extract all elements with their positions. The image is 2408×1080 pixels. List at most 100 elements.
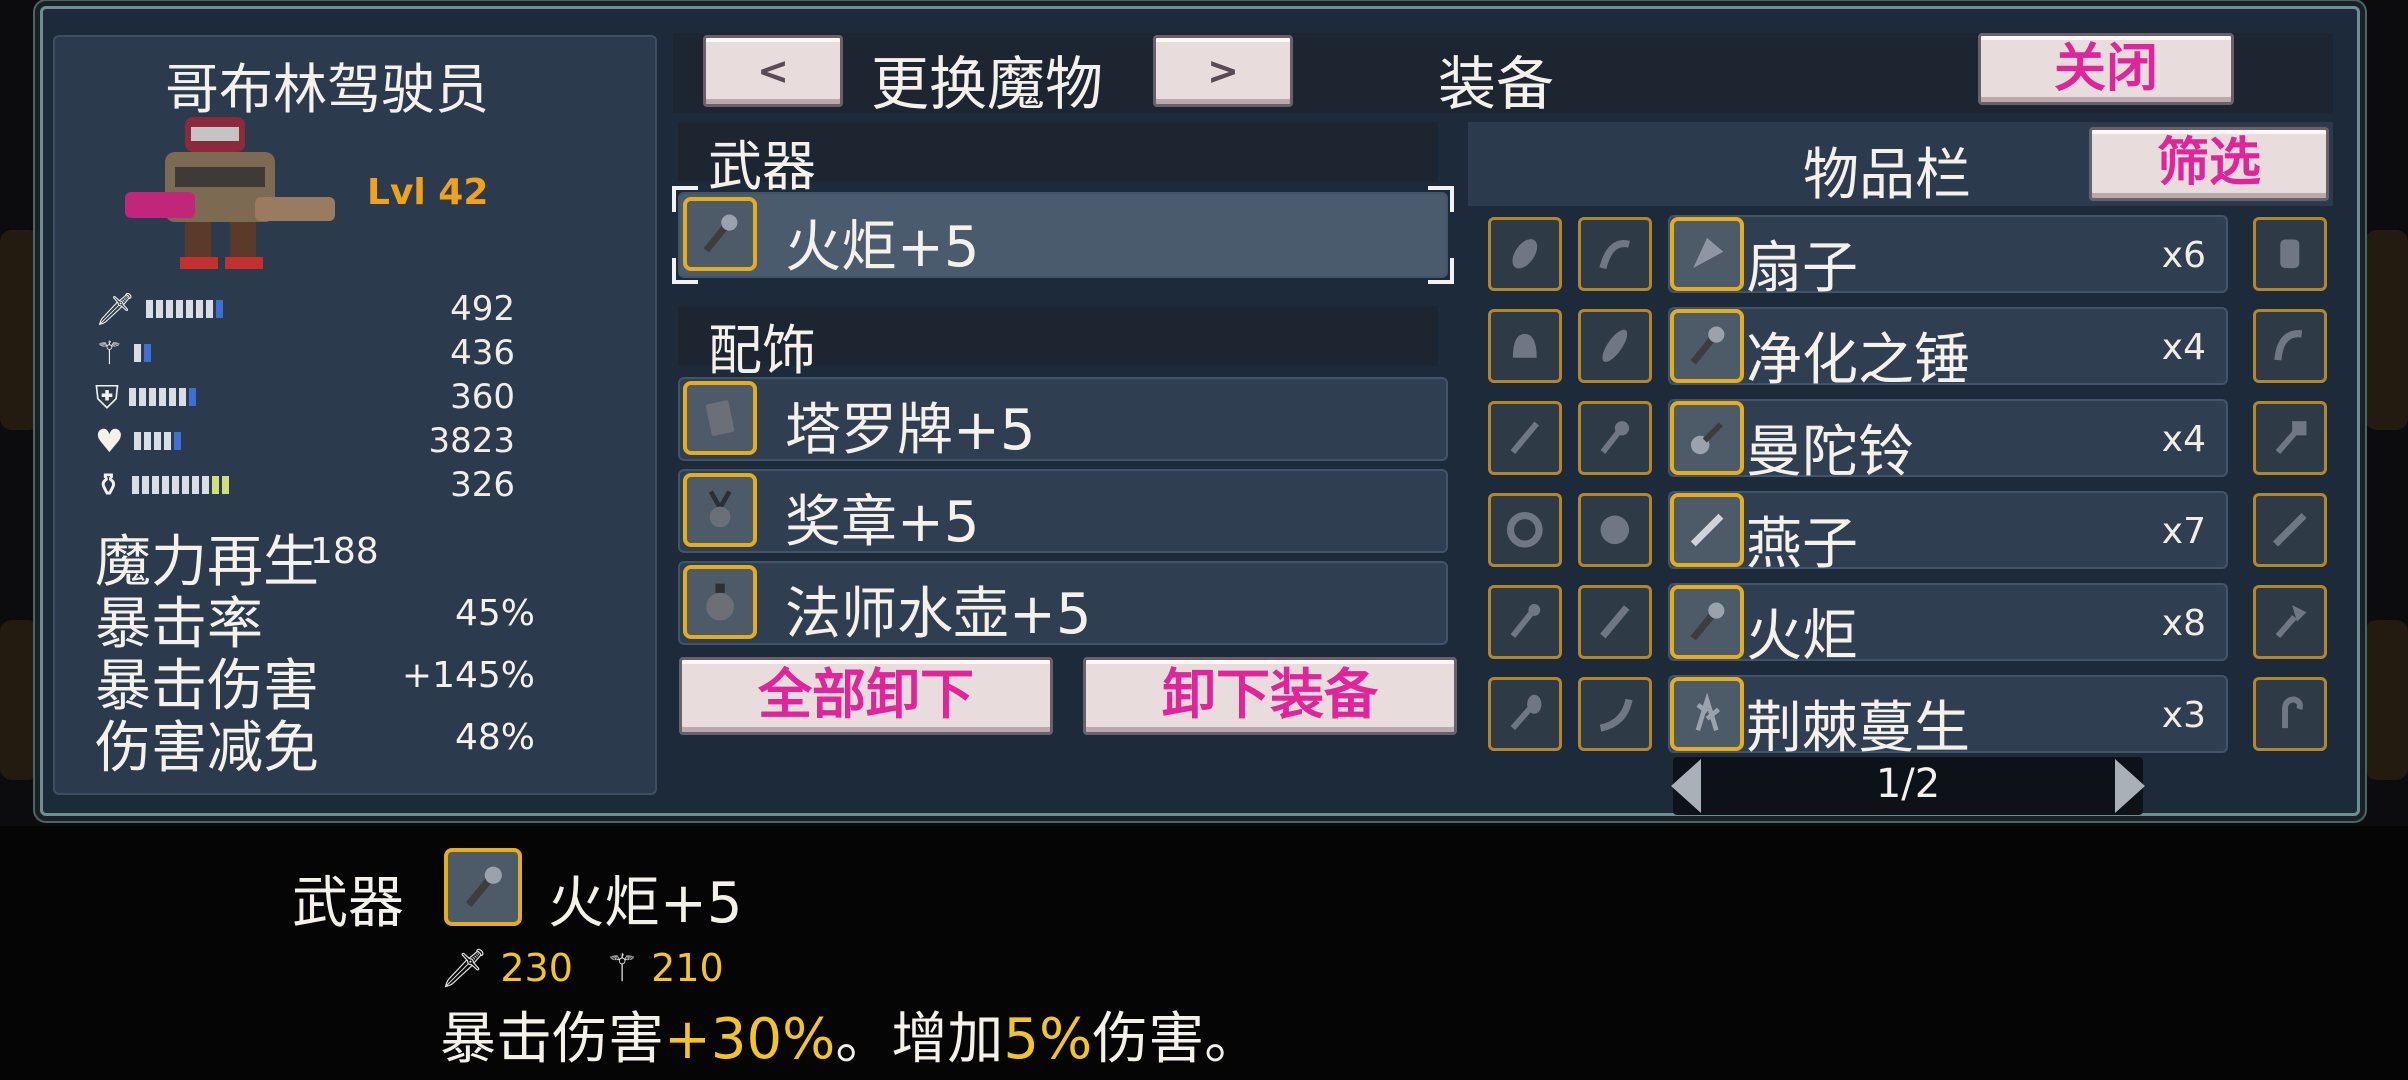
secondary-stat-row: 暴击率 45% bbox=[95, 579, 535, 657]
staff-icon: ⚚ bbox=[604, 946, 640, 990]
blade-icon[interactable] bbox=[1578, 585, 1652, 659]
inventory-title: 物品栏 bbox=[1803, 143, 1971, 208]
page-prev-arrow-icon[interactable] bbox=[1671, 759, 1701, 813]
selection-corner bbox=[1428, 258, 1454, 284]
inventory-item-fan[interactable]: 扇子 x6 bbox=[1668, 215, 2228, 301]
secondary-stat-value: 48% bbox=[454, 717, 535, 758]
potion-icon: ⚱ bbox=[95, 466, 122, 504]
inventory-item-count: x4 bbox=[2161, 327, 2206, 368]
staff-icon: ⚚ bbox=[95, 334, 124, 372]
detail-stats: 🗡 230 ⚚ 210 bbox=[440, 946, 724, 991]
monster-stats-panel: 哥布林驾驶员 Lvl 42 🗡 492 ⚚ 436 ⛨ 360 ♥ 3823 ⚱… bbox=[53, 35, 657, 795]
hook-icon[interactable] bbox=[2253, 677, 2327, 751]
accessory-name: 塔罗牌+5 bbox=[785, 398, 1036, 463]
inventory-item-name: 燕子 bbox=[1746, 512, 1858, 577]
selection-corner bbox=[1428, 186, 1454, 212]
next-monster-button[interactable]: > bbox=[1153, 35, 1293, 107]
brush-icon[interactable] bbox=[1488, 677, 1562, 751]
flask-icon bbox=[683, 565, 757, 639]
detail-category: 武器 bbox=[292, 871, 404, 936]
inventory-item-name: 扇子 bbox=[1746, 236, 1858, 301]
stat-value: 360 bbox=[450, 377, 515, 417]
unequip-button[interactable]: 卸下装备 bbox=[1083, 657, 1457, 735]
secondary-stat-label: 伤害减免 bbox=[95, 716, 319, 781]
accessory-slot[interactable]: 塔罗牌+5 bbox=[678, 377, 1448, 463]
inventory-item-count: x4 bbox=[2161, 419, 2206, 460]
detail-desc-text: 伤害。 bbox=[1092, 1007, 1261, 1072]
filter-button[interactable]: 筛选 bbox=[2089, 127, 2329, 201]
detail-desc-highlight: 5% bbox=[1003, 1007, 1093, 1072]
stat-bar bbox=[133, 344, 151, 362]
stat-row-mana: ⚱ 326 bbox=[95, 463, 515, 507]
inventory-item-count: x8 bbox=[2161, 603, 2206, 644]
leaf-icon[interactable] bbox=[1488, 217, 1562, 291]
inventory-item-name: 荆棘蔓生 bbox=[1746, 696, 1970, 761]
inventory-row: 扇子 x6 bbox=[1488, 215, 2328, 301]
weapon-header-label: 武器 bbox=[708, 135, 816, 198]
inventory-item-name: 曼陀铃 bbox=[1746, 420, 1914, 485]
weapon-section-header: 武器 bbox=[678, 122, 1438, 198]
stat-row-health: ♥ 3823 bbox=[95, 419, 515, 463]
stat-row-defense: ⛨ 360 bbox=[95, 375, 515, 419]
equipment-window: 哥布林驾驶员 Lvl 42 🗡 492 ⚚ 436 ⛨ 360 ♥ 3823 ⚱… bbox=[40, 6, 2360, 816]
secondary-stat-row: 魔力再生 188 bbox=[95, 517, 535, 595]
accessory-section-header: 配饰 bbox=[678, 306, 1438, 382]
detail-desc-text: 暴击伤害 bbox=[440, 1007, 664, 1072]
selection-corner bbox=[672, 186, 698, 212]
inventory-item-torch[interactable]: 火炬 x8 bbox=[1668, 583, 2228, 669]
accessory-slot[interactable]: 奖章+5 bbox=[678, 469, 1448, 555]
prev-monster-button[interactable]: < bbox=[703, 35, 843, 107]
sickle-icon[interactable] bbox=[2253, 309, 2327, 383]
change-monster-label: 更换魔物 bbox=[871, 50, 1104, 118]
unequip-all-button[interactable]: 全部卸下 bbox=[679, 657, 1053, 735]
detail-attack: 230 bbox=[500, 946, 573, 990]
sword-icon[interactable] bbox=[2253, 493, 2327, 567]
close-button[interactable]: 关闭 bbox=[1978, 33, 2234, 105]
stat-value: 436 bbox=[450, 333, 515, 373]
selection-corner bbox=[672, 258, 698, 284]
secondary-stats: 魔力再生 188 暴击率 45% 暴击伤害 +145% 伤害减免 48% bbox=[95, 517, 535, 781]
feather-icon[interactable] bbox=[1578, 309, 1652, 383]
inventory-row: 燕子 x7 bbox=[1488, 491, 2328, 577]
claw-icon[interactable] bbox=[1578, 217, 1652, 291]
stat-value: 3823 bbox=[428, 421, 515, 461]
inventory-item-thorn[interactable]: 荆棘蔓生 x3 bbox=[1668, 675, 2228, 761]
accessory-slot[interactable]: 法师水壶+5 bbox=[678, 561, 1448, 647]
inventory-item-hammer[interactable]: 净化之锤 x4 bbox=[1668, 307, 2228, 393]
sword-icon: 🗡 bbox=[440, 946, 489, 990]
inventory-item-count: x3 bbox=[2161, 695, 2206, 736]
page-indicator: 1/2 bbox=[1875, 761, 1941, 807]
bell-icon[interactable] bbox=[1488, 309, 1562, 383]
horn-icon[interactable] bbox=[1578, 677, 1652, 751]
glove-icon[interactable] bbox=[2253, 217, 2327, 291]
stat-bar bbox=[133, 432, 181, 450]
monster-portrait bbox=[95, 97, 345, 277]
orb-icon[interactable] bbox=[1578, 493, 1652, 567]
inventory-item-swallow[interactable]: 燕子 x7 bbox=[1668, 491, 2228, 577]
thorn-icon bbox=[1670, 677, 1744, 751]
stat-row-magic: ⚚ 436 bbox=[95, 331, 515, 375]
mace-icon[interactable] bbox=[2253, 401, 2327, 475]
inventory-row: 荆棘蔓生 x3 bbox=[1488, 675, 2328, 761]
secondary-stat-row: 暴击伤害 +145% bbox=[95, 641, 535, 719]
detail-desc-text: 。增加 bbox=[835, 1007, 1004, 1072]
hammer-icon bbox=[1670, 309, 1744, 383]
inventory-row: 净化之锤 x4 bbox=[1488, 307, 2328, 393]
inventory-item-mandolin[interactable]: 曼陀铃 x4 bbox=[1668, 399, 2228, 485]
weapon-slot[interactable]: 火炬+5 bbox=[672, 186, 1454, 284]
stat-value: 326 bbox=[450, 465, 515, 505]
secondary-stat-value: +145% bbox=[401, 655, 535, 696]
tarot-card-icon bbox=[683, 381, 757, 455]
wand-icon[interactable] bbox=[1578, 401, 1652, 475]
page-next-arrow-icon[interactable] bbox=[2115, 759, 2145, 813]
axe-icon[interactable] bbox=[2253, 585, 2327, 659]
accessory-name: 奖章+5 bbox=[785, 490, 980, 555]
gear-ring-icon[interactable] bbox=[1488, 493, 1562, 567]
shield-icon: ⛨ bbox=[95, 377, 120, 416]
swallow-icon bbox=[1670, 493, 1744, 567]
secondary-stat-value: 188 bbox=[310, 531, 379, 572]
dagger-icon[interactable] bbox=[1488, 401, 1562, 475]
secondary-stat-row: 伤害减免 48% bbox=[95, 703, 535, 781]
stat-row-attack: 🗡 492 bbox=[95, 287, 515, 331]
rod-icon[interactable] bbox=[1488, 585, 1562, 659]
